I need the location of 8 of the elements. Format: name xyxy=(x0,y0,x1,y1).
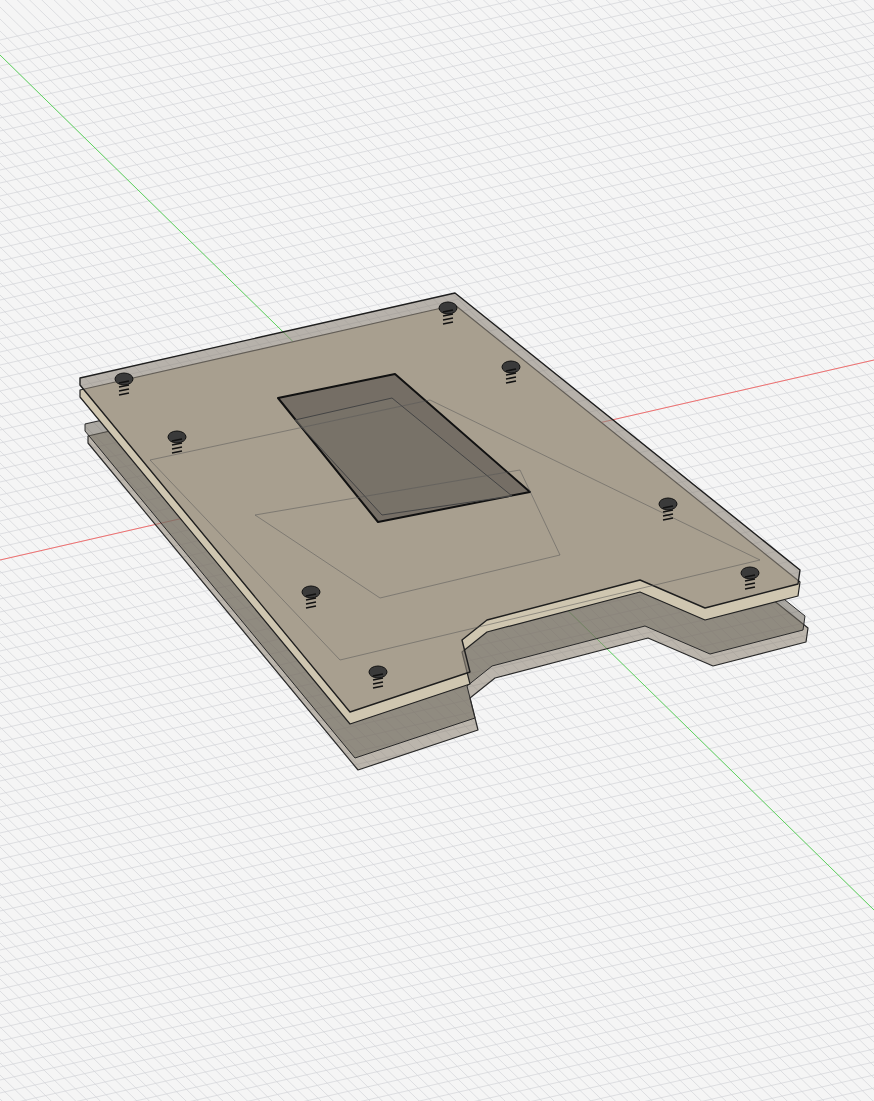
screw-icon xyxy=(114,372,134,396)
screw-icon xyxy=(740,566,760,590)
screw-icon xyxy=(438,301,458,325)
screw-icon xyxy=(368,665,388,689)
screw-icon xyxy=(658,497,678,521)
screw-icon xyxy=(167,430,187,454)
screw-icon xyxy=(301,585,321,609)
screw-icon xyxy=(501,360,521,384)
